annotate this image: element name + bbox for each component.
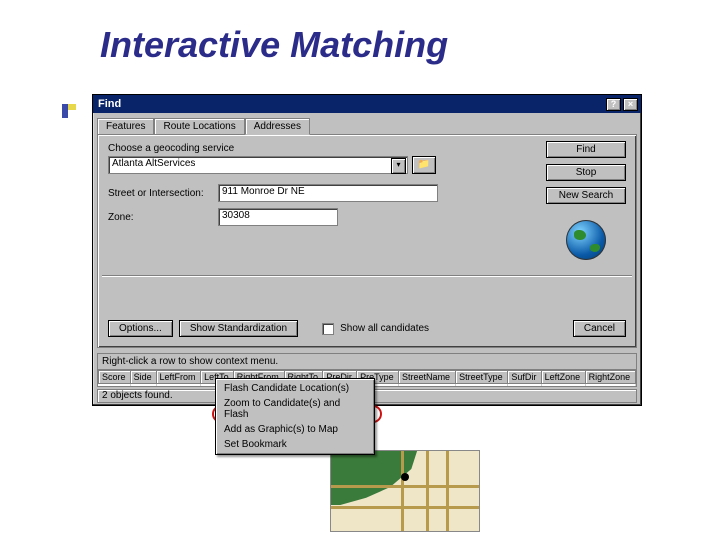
bullet-icon: [62, 104, 76, 118]
street-label: Street or Intersection:: [108, 188, 218, 199]
cell: 100: [99, 384, 131, 388]
map-road: [331, 506, 480, 509]
cell: MONROE: [399, 384, 456, 388]
cell: 30308: [541, 384, 585, 388]
stop-button[interactable]: Stop: [546, 164, 626, 181]
col-rightzone[interactable]: RightZone: [585, 371, 635, 384]
map-road: [446, 451, 449, 532]
cell: R: [130, 384, 156, 388]
col-streetname[interactable]: StreetName: [399, 371, 456, 384]
cell: DR: [456, 384, 508, 388]
chevron-down-icon: ▾: [391, 158, 406, 174]
context-menu: Flash Candidate Location(s) Zoom to Cand…: [215, 378, 375, 455]
browse-service-button[interactable]: 📁: [412, 156, 436, 174]
tab-route-locations[interactable]: Route Locations: [154, 118, 244, 135]
close-button[interactable]: ×: [623, 98, 638, 111]
zone-value: 30308: [222, 210, 250, 221]
find-button[interactable]: Find: [546, 141, 626, 158]
tab-strip: Features Route Locations Addresses: [97, 117, 637, 134]
map-thumbnail: [330, 450, 480, 532]
geocoding-service-select[interactable]: Atlanta AltServices ▾: [108, 156, 408, 174]
context-menu-item-flash[interactable]: Flash Candidate Location(s): [218, 381, 372, 396]
context-menu-item-zoom-flash[interactable]: Zoom to Candidate(s) and Flash: [218, 396, 372, 422]
find-dialog: Find ? × Features Route Locations Addres…: [92, 94, 642, 406]
context-menu-item-set-bookmark[interactable]: Set Bookmark: [218, 437, 372, 452]
show-all-candidates-label: Show all candidates: [340, 323, 429, 334]
bottom-controls: Options... Show Standardization Show all…: [108, 320, 429, 337]
dialog-body: Features Route Locations Addresses Find …: [97, 117, 637, 349]
zone-input[interactable]: 30308: [218, 208, 338, 226]
geocoding-service-value: Atlanta AltServices: [112, 158, 195, 169]
tab-panel-addresses: Find Stop New Search Choose a geocoding …: [97, 134, 637, 348]
slide-title: Interactive Matching: [100, 24, 448, 66]
dialog-title: Find: [98, 98, 604, 110]
context-menu-item-add-graphic[interactable]: Add as Graphic(s) to Map: [218, 422, 372, 437]
cell: 30308: [585, 384, 635, 388]
col-leftzone[interactable]: LeftZone: [541, 371, 585, 384]
map-road: [401, 451, 404, 532]
street-input[interactable]: 911 Monroe Dr NE: [218, 184, 438, 202]
tab-features[interactable]: Features: [97, 118, 154, 135]
titlebar: Find ? ×: [93, 95, 641, 113]
col-side[interactable]: Side: [130, 371, 156, 384]
map-road: [331, 485, 480, 488]
map-point-icon: [401, 473, 409, 481]
map-road: [426, 451, 429, 532]
col-leftfrom[interactable]: LeftFrom: [156, 371, 201, 384]
folder-icon: 📁: [418, 159, 430, 170]
cell: NE: [508, 384, 541, 388]
show-all-candidates-checkbox[interactable]: [322, 323, 334, 335]
right-button-column: Find Stop New Search: [546, 141, 626, 260]
help-button[interactable]: ?: [606, 98, 621, 111]
cell: 846: [156, 384, 201, 388]
new-search-button[interactable]: New Search: [546, 187, 626, 204]
col-score[interactable]: Score: [99, 371, 131, 384]
cancel-button[interactable]: Cancel: [573, 320, 626, 337]
options-button[interactable]: Options...: [108, 320, 173, 337]
col-sufdir[interactable]: SufDir: [508, 371, 541, 384]
globe-icon: [566, 220, 606, 260]
tab-addresses[interactable]: Addresses: [245, 118, 310, 135]
street-value: 911 Monroe Dr NE: [222, 186, 305, 197]
zone-label: Zone:: [108, 212, 218, 223]
show-standardization-button[interactable]: Show Standardization: [179, 320, 298, 337]
table-hint: Right-click a row to show context menu.: [98, 354, 636, 370]
col-streettype[interactable]: StreetType: [456, 371, 508, 384]
divider: [102, 275, 632, 277]
